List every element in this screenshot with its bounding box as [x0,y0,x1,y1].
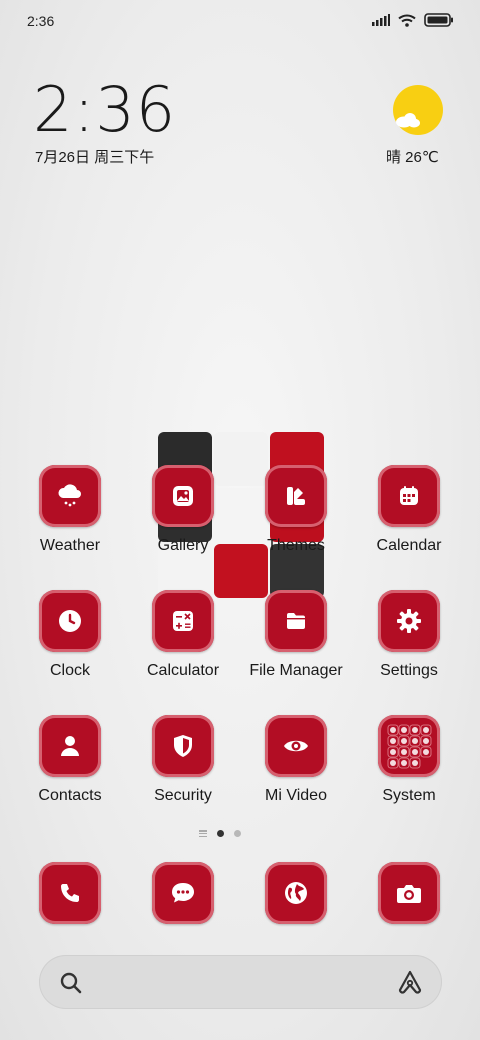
weather-widget-text: 晴 26℃ [386,149,439,166]
app-icon-file-manager[interactable] [265,590,327,652]
app-icon-camera[interactable] [378,862,440,924]
calculator-icon [173,611,193,631]
dock-camera[interactable] [353,862,465,924]
app-icon-themes[interactable] [265,465,327,527]
app-label: Clock [49,662,90,679]
app-icon-browser[interactable] [265,862,327,924]
page-dot-1[interactable] [217,830,224,837]
folder-grid-icon [387,724,432,769]
app-icon-clock[interactable] [39,590,101,652]
app-icon-security[interactable] [152,715,214,777]
app-label: File Manager [249,662,343,679]
app-themes[interactable]: Themes [240,465,352,555]
calendar-icon [400,486,418,505]
app-weather[interactable]: Weather [14,465,126,555]
page-dot-2[interactable] [234,830,241,837]
image-icon [173,486,193,506]
search-icon [60,972,82,994]
app-gallery[interactable]: Gallery [127,465,239,555]
app-icon-mi-video[interactable] [265,715,327,777]
globe-icon [285,882,307,904]
app-label: Security [154,787,212,804]
eye-icon [284,740,308,752]
app-icon-gallery[interactable] [152,465,214,527]
app-label: Calendar [376,537,442,554]
phone-icon [61,884,79,902]
app-settings[interactable]: Settings [353,590,465,680]
app-icon-system-folder[interactable] [378,715,440,777]
app-icon-weather[interactable] [39,465,101,527]
page-list-icon[interactable] [199,830,207,837]
cloud-snow-icon [58,484,81,507]
app-label: Contacts [38,787,102,804]
shield-icon [174,735,192,757]
app-label: Gallery [157,537,209,554]
app-label: Weather [39,537,101,554]
app-system-folder[interactable]: System [353,715,465,805]
camera-icon [397,885,421,903]
status-time: 2:36 [27,13,55,29]
app-calendar[interactable]: Calendar [353,465,465,555]
app-label: Themes [267,537,325,554]
clock-widget-time[interactable]: 2:36 [33,78,176,142]
app-label: System [382,787,436,804]
assistant-icon[interactable] [396,969,424,995]
app-icon-messages[interactable] [152,862,214,924]
app-file-manager[interactable]: File Manager [240,590,352,680]
app-label: Calculator [146,662,220,679]
app-icon-calendar[interactable] [378,465,440,527]
app-calculator[interactable]: Calculator [127,590,239,680]
dock-messages[interactable] [127,862,239,924]
app-security[interactable]: Security [127,715,239,805]
app-contacts[interactable]: Contacts [14,715,126,805]
clock-icon [59,610,81,632]
app-mi-video[interactable]: Mi Video [240,715,352,805]
folder-icon [287,613,305,629]
dock-browser[interactable] [240,862,352,924]
person-icon [61,736,79,756]
app-label: Settings [380,662,438,679]
app-clock[interactable]: Clock [14,590,126,680]
page-indicator[interactable] [199,830,241,837]
app-icon-phone[interactable] [39,862,101,924]
app-label: Mi Video [265,787,327,804]
app-icon-settings[interactable] [378,590,440,652]
status-bar: 2:36 [0,0,480,40]
app-icon-contacts[interactable] [39,715,101,777]
theme-icon [287,487,305,505]
status-icons [372,13,454,27]
gear-icon [397,609,421,633]
signal-icon [372,14,390,26]
sun-cloud-icon[interactable] [392,84,444,136]
clock-widget-date: 7月26日 周三下午 [35,149,155,166]
dock-phone[interactable] [14,862,126,924]
app-icon-calculator[interactable] [152,590,214,652]
search-bar[interactable] [39,955,442,1009]
wifi-icon [398,14,416,27]
battery-icon [424,13,453,27]
message-icon [172,883,194,903]
